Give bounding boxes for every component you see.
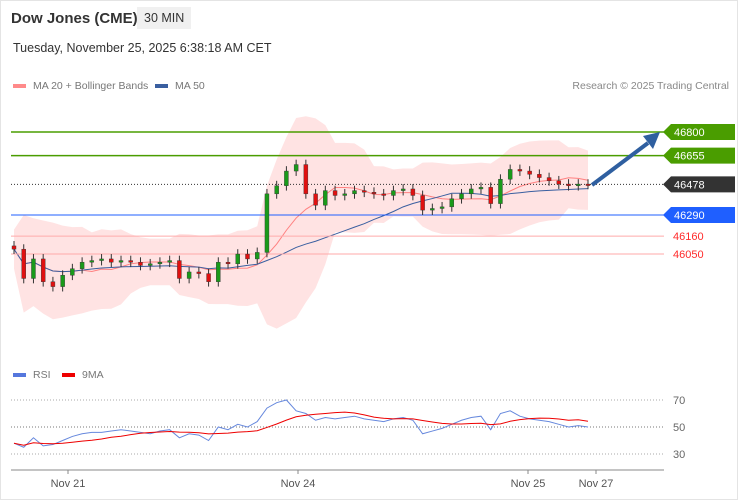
candle bbox=[517, 169, 523, 172]
x-tick-label: Nov 27 bbox=[579, 478, 614, 490]
candle bbox=[31, 258, 36, 279]
candle bbox=[225, 261, 231, 265]
rsi-axis-label: 30 bbox=[673, 449, 685, 461]
candle bbox=[556, 180, 562, 185]
candle bbox=[284, 170, 289, 186]
x-tick-label: Nov 21 bbox=[51, 478, 86, 490]
candle bbox=[196, 271, 202, 274]
level-label: 46290 bbox=[674, 210, 705, 222]
candle bbox=[303, 164, 309, 195]
candle bbox=[400, 188, 406, 191]
candle bbox=[206, 273, 211, 282]
level-label: 46050 bbox=[673, 249, 704, 261]
candle bbox=[118, 260, 124, 263]
candle bbox=[138, 261, 143, 266]
bollinger-band bbox=[14, 116, 588, 329]
candle bbox=[21, 248, 26, 279]
candle bbox=[255, 252, 260, 260]
candle bbox=[362, 190, 367, 193]
candle bbox=[274, 185, 279, 195]
candle bbox=[546, 177, 552, 182]
candle bbox=[381, 193, 386, 196]
candle bbox=[585, 183, 591, 186]
rsi-axis-label: 50 bbox=[673, 422, 685, 434]
candle bbox=[216, 261, 221, 282]
candle bbox=[313, 193, 318, 206]
rsi-axis-label: 70 bbox=[673, 395, 685, 407]
candle bbox=[439, 206, 445, 209]
candle bbox=[498, 178, 503, 204]
candle bbox=[469, 188, 474, 195]
candle bbox=[40, 258, 46, 282]
candle bbox=[391, 190, 396, 196]
level-label: 46655 bbox=[674, 151, 705, 163]
candle bbox=[420, 195, 425, 211]
candle bbox=[167, 260, 172, 263]
candle bbox=[177, 260, 182, 279]
candle bbox=[148, 263, 153, 266]
x-tick-label: Nov 25 bbox=[511, 478, 546, 490]
candle bbox=[449, 198, 454, 208]
candle bbox=[478, 187, 484, 190]
candle bbox=[430, 208, 435, 211]
candle bbox=[293, 164, 299, 172]
candle bbox=[128, 260, 133, 263]
level-label: 46160 bbox=[673, 231, 704, 243]
level-label: 46800 bbox=[674, 127, 705, 139]
candle bbox=[89, 260, 95, 263]
candle bbox=[11, 245, 17, 250]
candle bbox=[507, 169, 513, 180]
candle bbox=[527, 170, 532, 175]
price-chart: 46800 46655 46478 46290 46160 46050 70 50 30 Nov … bbox=[11, 116, 735, 490]
candle bbox=[245, 253, 250, 260]
candle bbox=[410, 188, 416, 196]
candle bbox=[157, 261, 163, 265]
candle bbox=[323, 190, 328, 206]
candle bbox=[459, 193, 464, 199]
candle bbox=[79, 261, 85, 269]
candle bbox=[264, 193, 270, 253]
candle bbox=[50, 281, 56, 287]
level-label: 46478 bbox=[674, 179, 705, 191]
candle bbox=[488, 187, 493, 204]
candle bbox=[60, 275, 65, 287]
candle bbox=[99, 258, 104, 261]
candle bbox=[186, 271, 192, 279]
candle bbox=[537, 174, 542, 178]
candle bbox=[342, 193, 347, 196]
candle bbox=[352, 190, 357, 195]
candle bbox=[371, 192, 377, 195]
candle bbox=[109, 258, 114, 263]
candle bbox=[235, 253, 240, 265]
candle bbox=[332, 190, 338, 196]
candle bbox=[70, 268, 75, 276]
x-tick-label: Nov 24 bbox=[281, 478, 316, 490]
candle bbox=[566, 183, 571, 186]
candle bbox=[576, 183, 581, 186]
forecast-arrow bbox=[590, 141, 650, 187]
rsi-ma9-line bbox=[13, 411, 589, 446]
